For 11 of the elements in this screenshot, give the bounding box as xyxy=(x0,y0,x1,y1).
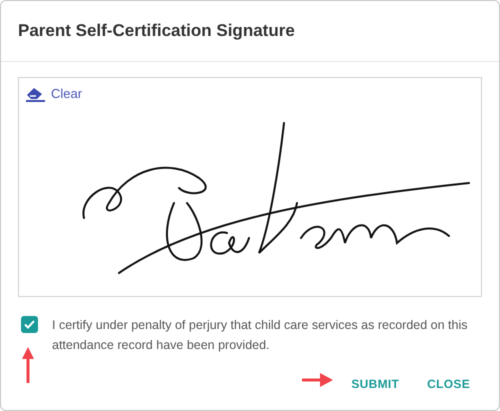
certification-text: I certify under penalty of perjury that child care services as recorded on this attendance record have been provided. xyxy=(52,317,468,354)
clear-button[interactable]: Clear xyxy=(23,84,84,104)
annotation-arrow xyxy=(302,373,333,387)
close-button[interactable]: CLOSE xyxy=(414,369,483,399)
dialog-title: Parent Self-Certification Signature xyxy=(18,20,295,42)
signature-pad[interactable]: Clear xyxy=(18,77,482,297)
annotation-arrow xyxy=(22,347,34,383)
check-icon xyxy=(24,320,35,329)
eraser-icon xyxy=(25,86,45,102)
submit-button[interactable]: SUBMIT xyxy=(338,369,412,399)
certify-checkbox[interactable] xyxy=(21,316,38,333)
